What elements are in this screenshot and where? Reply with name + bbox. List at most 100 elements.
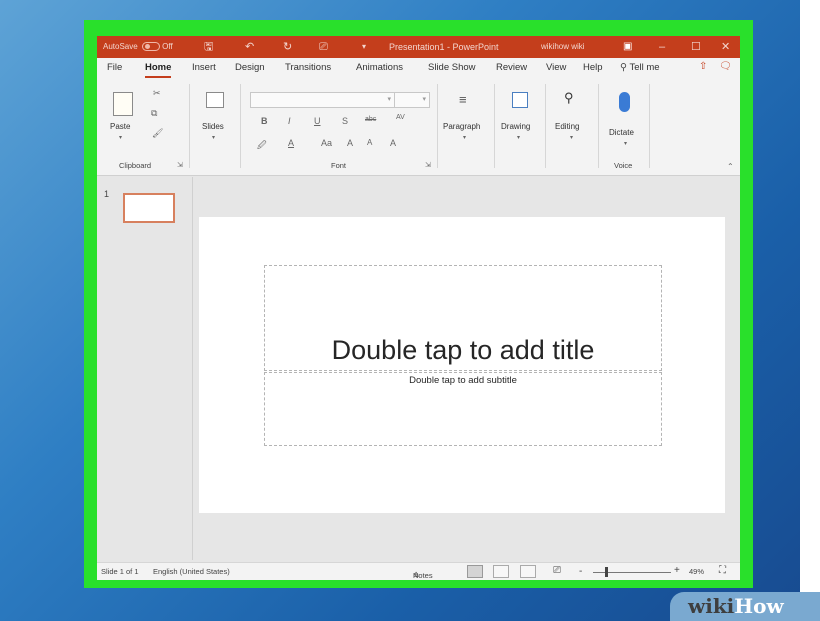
tab-view[interactable]: View <box>546 62 566 73</box>
comments-icon[interactable]: 🗨 <box>719 61 732 72</box>
autosave-switch-icon <box>141 42 160 52</box>
close-button[interactable]: ✕ <box>721 36 730 58</box>
paragraph-icon[interactable]: ≡ <box>459 92 467 107</box>
zoom-out-button[interactable]: - <box>579 566 582 577</box>
title-placeholder-text: Double tap to add title <box>331 335 595 365</box>
paste-icon[interactable] <box>113 92 133 116</box>
editing-group: ⚲ Editing ▾ <box>546 78 598 176</box>
ribbon-tabs: File Home Insert Design Transitions Anim… <box>97 58 740 78</box>
bold-button[interactable]: B <box>261 116 268 126</box>
font-launcher-icon[interactable]: ⇲ <box>425 161 431 169</box>
ribbon-display-icon[interactable]: ▣ <box>623 36 632 58</box>
fit-to-window-icon[interactable]: ⛶ <box>719 565 726 576</box>
font-name-dropdown-icon: ▾ <box>387 96 391 103</box>
new-slide-icon[interactable] <box>206 92 224 108</box>
drawing-label[interactable]: Drawing <box>501 122 530 131</box>
zoom-slider-handle[interactable] <box>605 567 608 577</box>
font-size-field[interactable]: ▾ <box>394 92 430 108</box>
slide-show-icon[interactable]: ⎚ <box>553 565 561 576</box>
underline-button[interactable]: U <box>314 116 321 126</box>
group-divider <box>649 84 650 168</box>
tell-me-search[interactable]: ⚲ Tell me <box>620 62 660 73</box>
dictate-dropdown-icon[interactable]: ▾ <box>624 140 627 147</box>
paragraph-dropdown-icon[interactable]: ▾ <box>463 134 466 141</box>
editing-dropdown-icon[interactable]: ▾ <box>570 134 573 141</box>
zoom-in-button[interactable]: + <box>674 565 680 576</box>
language-indicator[interactable]: English (United States) <box>153 567 230 576</box>
cut-icon[interactable]: ✂ <box>153 88 161 99</box>
font-color-button[interactable]: A <box>288 138 294 148</box>
drawing-dropdown-icon[interactable]: ▾ <box>517 134 520 141</box>
tab-review[interactable]: Review <box>496 62 527 73</box>
font-name-field[interactable]: ▾ <box>250 92 395 108</box>
tab-help[interactable]: Help <box>583 62 603 73</box>
title-placeholder[interactable]: Double tap to add title <box>264 265 662 371</box>
watermark-wiki: wiki <box>688 594 735 618</box>
tab-slide-show[interactable]: Slide Show <box>428 62 476 73</box>
ribbon: Paste ▾ ✂ ⧉ 🖌 Clipboard ⇲ Slides ▾ ▾ ▾ B… <box>97 78 740 176</box>
slides-label[interactable]: Slides <box>202 122 224 131</box>
zoom-level[interactable]: 49% <box>689 567 704 576</box>
shrink-font-button[interactable]: A <box>367 138 372 147</box>
present-icon[interactable]: ⎚ <box>319 36 328 58</box>
copy-icon[interactable]: ⧉ <box>151 108 157 119</box>
editing-label[interactable]: Editing <box>555 122 579 131</box>
slide-thumbnail[interactable] <box>123 193 175 223</box>
tab-file[interactable]: File <box>107 62 122 73</box>
tab-insert[interactable]: Insert <box>192 62 216 73</box>
subtitle-placeholder[interactable]: Double tap to add subtitle <box>264 372 662 446</box>
dictate-label[interactable]: Dictate <box>609 128 634 137</box>
font-size-dropdown-icon: ▾ <box>422 96 426 103</box>
account-name[interactable]: wikihow wiki <box>541 36 585 58</box>
microphone-icon[interactable] <box>619 92 630 112</box>
status-bar: Slide 1 of 1 English (United States) ≙ N… <box>97 562 740 580</box>
shadow-button[interactable]: S <box>342 116 348 126</box>
collapse-ribbon-icon[interactable]: ⌃ <box>727 162 734 171</box>
voice-group-label: Voice <box>614 161 633 170</box>
reading-view-icon[interactable] <box>520 565 536 578</box>
paste-dropdown-icon[interactable]: ▾ <box>119 134 122 141</box>
subtitle-placeholder-text: Double tap to add subtitle <box>409 375 517 386</box>
clipboard-group: Paste ▾ ✂ ⧉ 🖌 Clipboard ⇲ <box>97 78 189 176</box>
clear-formatting-button[interactable]: A <box>390 138 396 148</box>
undo-icon[interactable]: ↶ <box>245 36 254 58</box>
tab-transitions[interactable]: Transitions <box>285 62 331 73</box>
change-case-button[interactable]: Aa <box>321 138 332 148</box>
grow-font-button[interactable]: A <box>347 138 353 148</box>
format-painter-icon[interactable]: 🖌 <box>152 128 163 139</box>
normal-view-icon[interactable] <box>467 565 483 578</box>
italic-button[interactable]: I <box>288 116 291 126</box>
strikethrough-button[interactable]: abc <box>365 116 376 123</box>
redo-icon[interactable]: ↻ <box>283 36 292 58</box>
slide-sorter-icon[interactable] <box>493 565 509 578</box>
character-spacing-button[interactable]: AV <box>396 114 405 121</box>
page-edge <box>800 0 820 621</box>
tab-home[interactable]: Home <box>145 62 172 78</box>
highlight-color-icon[interactable]: 🖉 <box>257 138 267 154</box>
save-icon[interactable]: 🖫 <box>204 36 213 58</box>
autosave-label: AutoSave <box>103 42 138 51</box>
find-icon[interactable]: ⚲ <box>564 90 574 106</box>
tab-design[interactable]: Design <box>235 62 265 73</box>
clipboard-group-label: Clipboard <box>119 161 152 170</box>
paste-label[interactable]: Paste <box>110 122 130 131</box>
slides-dropdown-icon[interactable]: ▾ <box>212 134 215 141</box>
paragraph-group: ≡ Paragraph ▾ <box>438 78 494 176</box>
powerpoint-window: AutoSave Off 🖫 ↶ ↻ ⎚ ▾ Presentation1 - P… <box>97 36 740 580</box>
customize-toolbar-icon[interactable]: ▾ <box>362 36 366 58</box>
watermark-how: How <box>734 594 784 618</box>
slide-canvas: Double tap to add title Double tap to ad… <box>199 217 725 513</box>
tell-me-label: Tell me <box>629 62 660 73</box>
wikihow-watermark: wikiHow <box>670 592 820 621</box>
paragraph-label[interactable]: Paragraph <box>443 122 480 131</box>
autosave-toggle[interactable]: AutoSave Off <box>103 36 173 58</box>
share-icon[interactable]: ⇧ <box>699 61 707 72</box>
notes-label: Notes <box>413 571 433 580</box>
tab-animations[interactable]: Animations <box>356 62 403 73</box>
minimize-button[interactable]: – <box>659 36 665 58</box>
maximize-button[interactable]: ☐ <box>691 36 701 58</box>
shapes-icon[interactable] <box>512 92 528 108</box>
document-title: Presentation1 - PowerPoint <box>389 42 499 52</box>
clipboard-launcher-icon[interactable]: ⇲ <box>177 161 183 169</box>
slides-group: Slides ▾ <box>190 78 240 176</box>
